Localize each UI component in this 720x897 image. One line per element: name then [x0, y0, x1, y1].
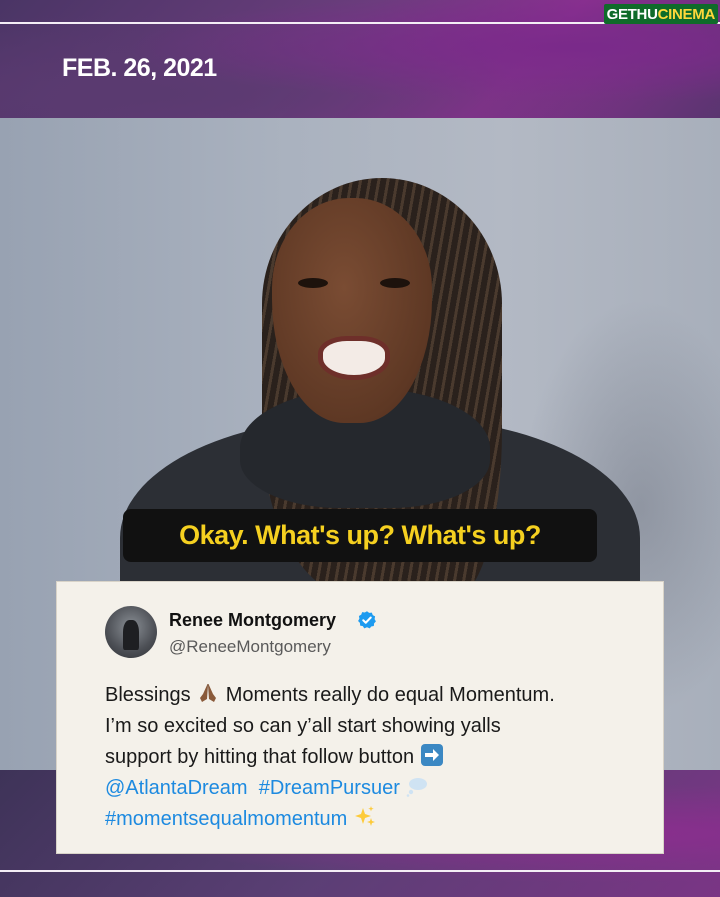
right-arrow-emoji: [420, 744, 443, 766]
tweet-line-4: @AtlantaDream #DreamPursuer: [105, 773, 645, 804]
avatar[interactable]: [105, 606, 157, 658]
channel-logo: GETHU CINEMA: [603, 4, 718, 24]
person-face: [272, 198, 432, 423]
right-eye: [380, 278, 410, 288]
subtitle-caption: Okay. What's up? What's up?: [123, 509, 597, 562]
tweet-line-2: I’m so excited so can y’all start showin…: [105, 715, 501, 737]
verified-badge-icon: [358, 611, 376, 629]
tweet-card: Renee Montgomery @ReneeMontgomery Blessi…: [56, 581, 664, 854]
tweet-body: Blessings Moments really do equal Moment…: [105, 680, 645, 835]
hashtag-moments-equal-momentum[interactable]: #momentsequalmomentum: [105, 808, 347, 830]
hashtag-dream-pursuer[interactable]: #DreamPursuer: [259, 777, 400, 799]
praying-hands-emoji: [200, 684, 217, 702]
tweet-line-3: support by hitting that follow button: [105, 742, 645, 773]
mention-atlanta-dream[interactable]: @AtlantaDream: [105, 777, 248, 799]
tweet-text-blessings: Blessings: [105, 684, 191, 706]
tweet-author-name[interactable]: Renee Montgomery: [169, 610, 336, 631]
logo-text-2: CINEMA: [657, 5, 716, 23]
thought-balloon-emoji: [407, 778, 428, 797]
tweet-handle[interactable]: @ReneeMontgomery: [169, 637, 331, 657]
logo-text-1: GETHU: [606, 5, 658, 23]
sparkles-emoji: [354, 806, 375, 826]
tweet-line-5: #momentsequalmomentum: [105, 804, 645, 835]
tweet-line-1: Blessings Moments really do equal Moment…: [105, 680, 645, 711]
tweet-text-moments: Moments really do equal Momentum.: [225, 684, 555, 706]
date-label: FEB. 26, 2021: [62, 54, 217, 82]
left-eye: [298, 278, 328, 288]
bottom-divider: [0, 870, 720, 872]
tweet-text-follow: support by hitting that follow button: [105, 746, 415, 768]
person-mouth: [318, 336, 390, 380]
